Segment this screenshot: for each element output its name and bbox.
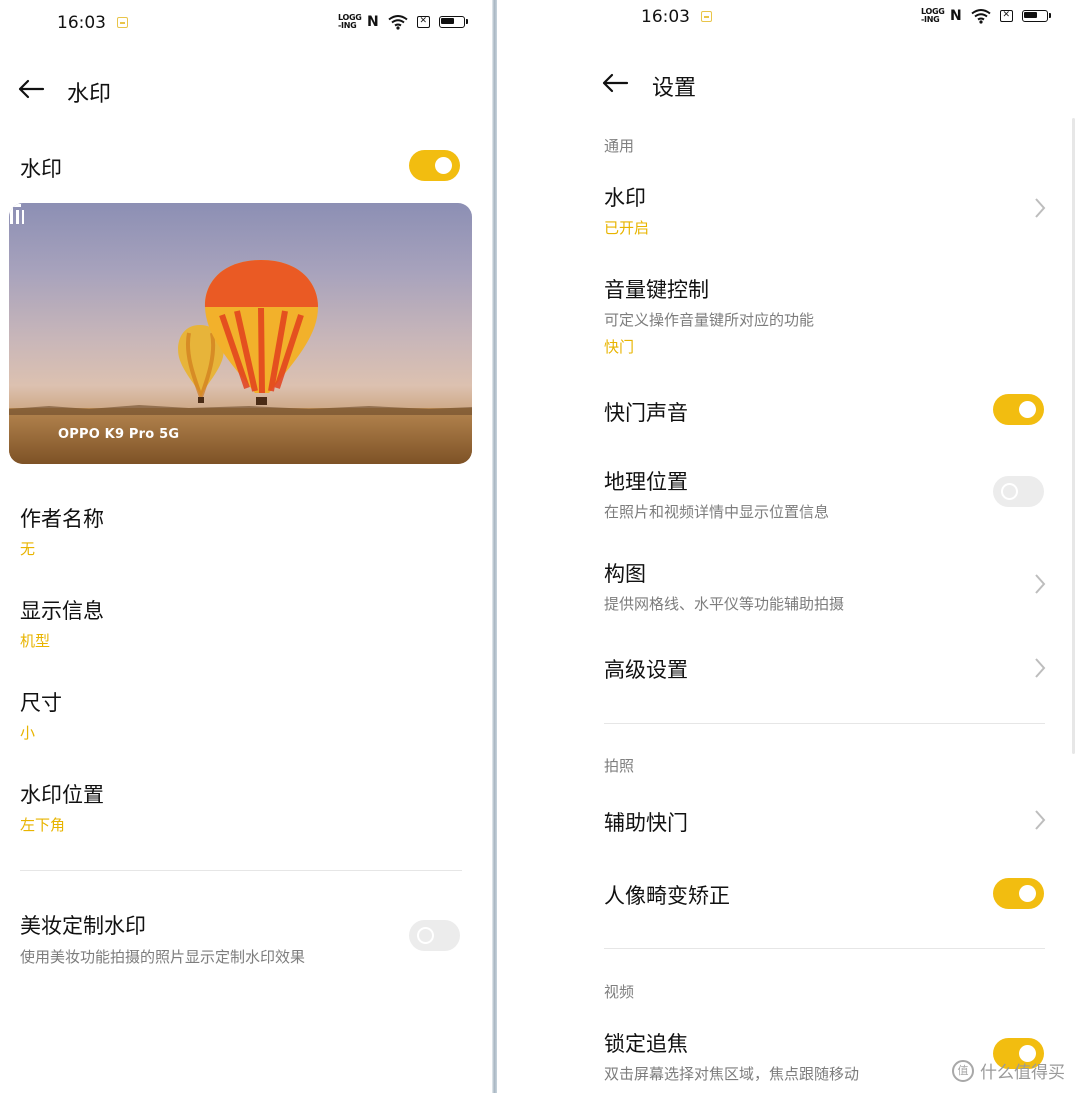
page-title: 水印	[67, 82, 112, 107]
item-title: 构图	[604, 562, 646, 586]
watermark-toggle-label: 水印	[20, 157, 62, 181]
watermark-toggle[interactable]	[409, 150, 460, 181]
item-value: 小	[20, 724, 36, 742]
item-value: 左下角	[20, 816, 66, 834]
status-time: 16:03	[57, 13, 106, 33]
watermark-text: OPPO K9 Pro 5G	[58, 427, 180, 442]
divider	[20, 870, 462, 871]
item-title: 尺寸	[20, 691, 62, 715]
portrait-distortion-toggle[interactable]	[993, 878, 1044, 909]
beauty-watermark-title: 美妆定制水印	[20, 914, 146, 938]
focus-lock-subtitle: 双击屏幕选择对焦区域，焦点跟随移动	[604, 1065, 860, 1083]
item-value: 机型	[20, 632, 51, 650]
item-subtitle: 可定义操作音量键所对应的功能	[604, 311, 815, 329]
back-arrow-icon[interactable]	[17, 78, 45, 100]
divider	[604, 723, 1045, 724]
oppo-logo-icon	[10, 204, 24, 224]
shutter-sound-toggle[interactable]	[993, 394, 1044, 425]
notification-note-icon	[701, 11, 712, 22]
item-title: 辅助快门	[604, 811, 688, 835]
toggle-knob	[1019, 885, 1036, 902]
nfc-icon: N	[367, 14, 379, 30]
item-title: 高级设置	[604, 658, 688, 682]
chevron-right-icon	[1035, 658, 1046, 678]
shutter-sound-title: 快门声音	[604, 401, 688, 425]
section-video: 视频	[604, 983, 635, 1001]
beauty-watermark-toggle[interactable]	[409, 920, 460, 951]
chevron-right-icon	[1035, 574, 1046, 594]
item-title: 作者名称	[20, 507, 104, 531]
nfc-icon: N	[950, 8, 962, 24]
item-title: 显示信息	[20, 599, 104, 623]
site-watermark: 值 什么值得买	[952, 1058, 1065, 1083]
toggle-knob	[1019, 401, 1036, 418]
item-value: 已开启	[604, 219, 650, 237]
watermark-settings-screen: 16:03 LOGG -ING N ✕ 水印 水印 OPPO K9 Pro 5G…	[0, 0, 492, 1093]
no-sim-icon: ✕	[416, 16, 430, 28]
status-icons: LOGG -ING N ✕	[338, 13, 468, 30]
beauty-watermark-subtitle: 使用美妆功能拍摄的照片显示定制水印效果	[20, 948, 306, 966]
item-title: 水印位置	[20, 783, 104, 807]
chevron-right-icon	[1035, 198, 1046, 218]
back-arrow-icon[interactable]	[601, 72, 629, 94]
divider	[604, 948, 1045, 949]
wifi-icon	[388, 15, 408, 30]
status-icons: LOGG -ING N ✕	[921, 7, 1051, 24]
item-value: 无	[20, 540, 36, 558]
balloon-photo	[9, 260, 472, 464]
item-title: 音量键控制	[604, 278, 709, 302]
no-sim-icon: ✕	[999, 10, 1013, 22]
page-title: 设置	[652, 76, 697, 101]
notification-note-icon	[117, 17, 128, 28]
toggle-knob	[1001, 483, 1018, 500]
location-title: 地理位置	[604, 470, 688, 494]
item-subtitle: 提供网格线、水平仪等功能辅助拍摄	[604, 595, 845, 613]
toggle-knob	[435, 157, 452, 174]
wifi-icon	[971, 9, 991, 24]
camera-settings-screen: 16:03 LOGG -ING N ✕ 设置 通用 水印 已开启 音量键控制 可…	[497, 0, 1080, 1093]
logging-icon: LOGG -ING	[921, 7, 945, 24]
large-balloon	[204, 260, 318, 405]
chevron-right-icon	[1035, 810, 1046, 830]
logging-icon: LOGG -ING	[338, 13, 362, 30]
item-value: 快门	[604, 338, 635, 356]
location-subtitle: 在照片和视频详情中显示位置信息	[604, 503, 830, 521]
site-logo-icon: 值	[952, 1059, 974, 1082]
site-watermark-text: 什么值得买	[980, 1063, 1065, 1083]
section-photo: 拍照	[604, 757, 635, 775]
toggle-knob	[417, 927, 434, 944]
location-toggle[interactable]	[993, 476, 1044, 507]
scrollbar[interactable]	[1072, 118, 1075, 754]
watermark-preview-image: OPPO K9 Pro 5G	[9, 203, 472, 464]
status-time: 16:03	[641, 7, 690, 27]
battery-icon	[1021, 10, 1051, 22]
focus-lock-title: 锁定追焦	[604, 1032, 688, 1056]
portrait-distortion-title: 人像畸变矫正	[604, 884, 730, 908]
battery-icon	[438, 16, 468, 28]
item-title: 水印	[604, 186, 646, 210]
section-general: 通用	[604, 137, 635, 155]
